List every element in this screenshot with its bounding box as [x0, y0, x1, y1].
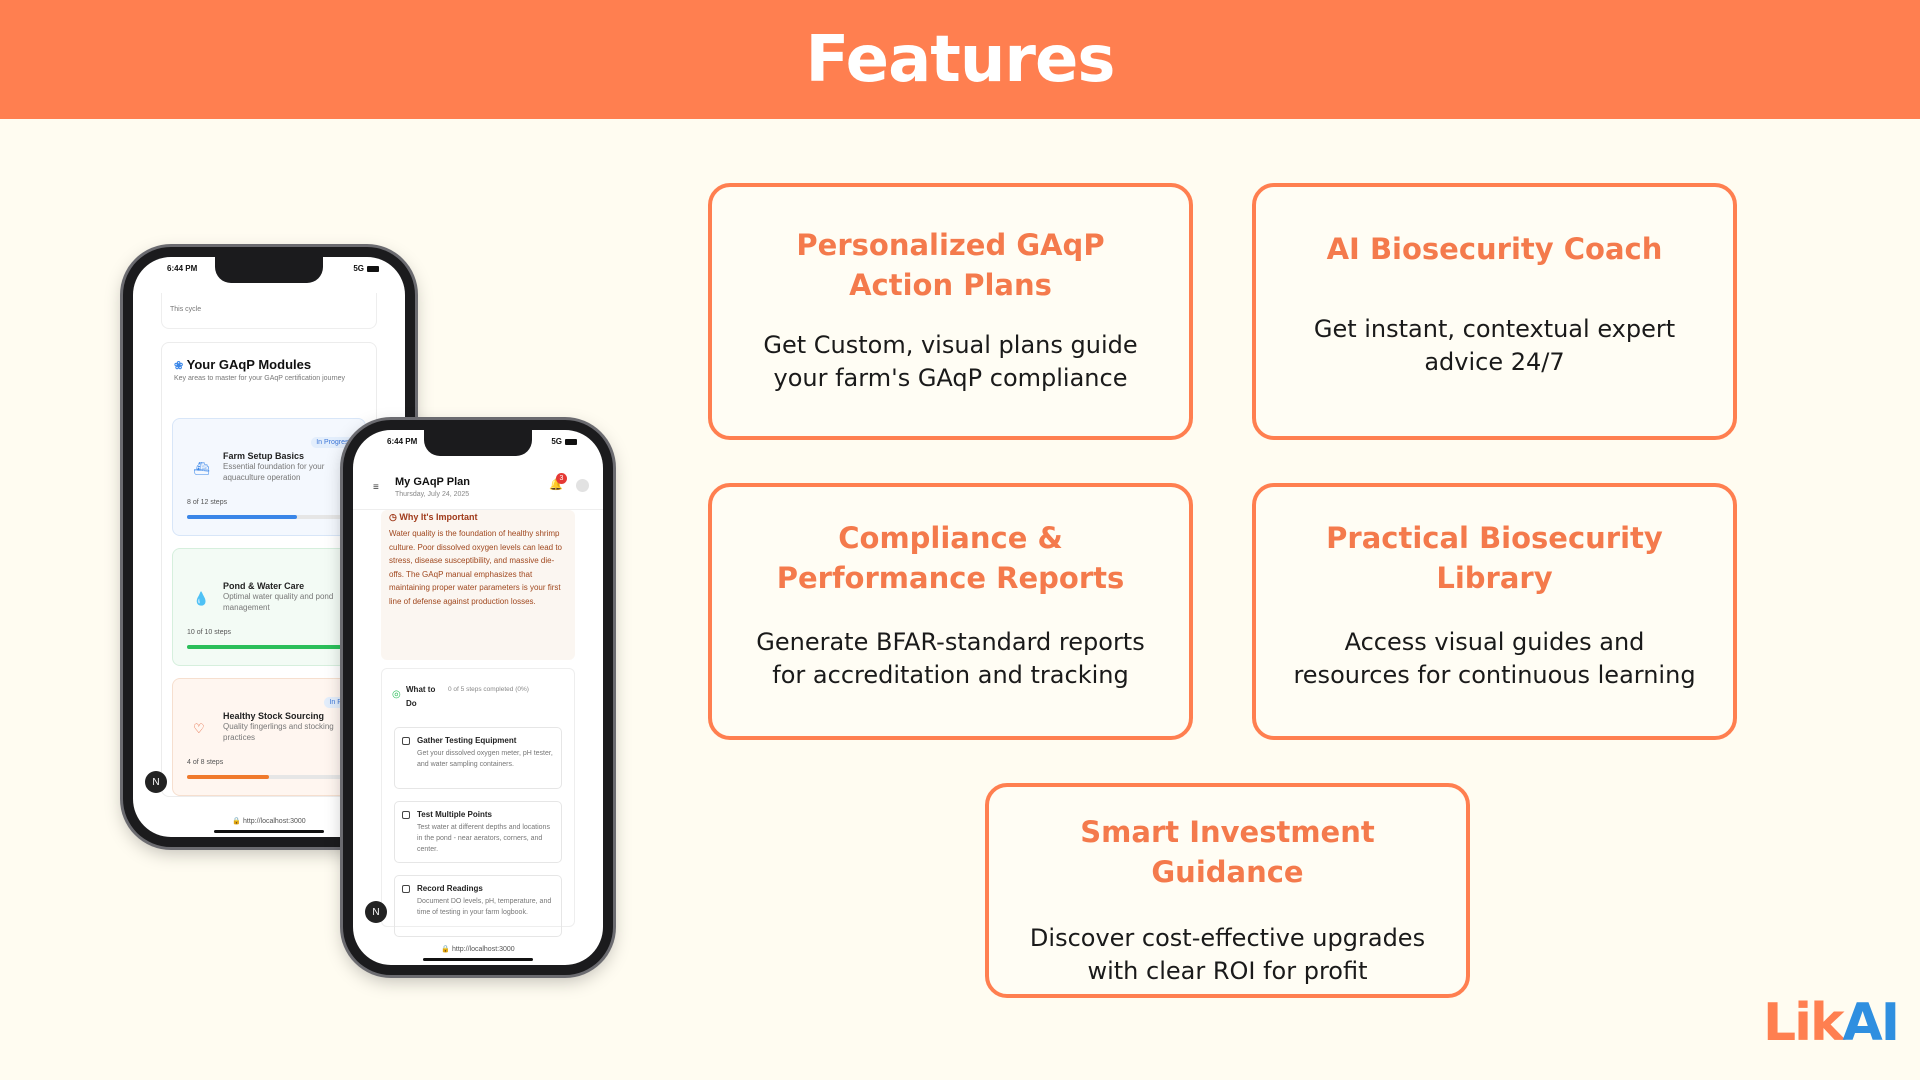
- phone-notch: [215, 257, 323, 283]
- feature-card-investment: Smart Investment Guidance Discover cost-…: [985, 783, 1470, 998]
- module-card-pond-water[interactable]: 💧 Pond & Water Care Optimal water qualit…: [172, 548, 366, 666]
- why-important-card: ◷ Why It's Important Water quality is th…: [381, 510, 575, 660]
- battery-icon: [367, 265, 379, 272]
- module-title: Healthy Stock Sourcing: [223, 711, 325, 721]
- progress-fill: [187, 645, 351, 649]
- home-indicator[interactable]: [423, 958, 533, 961]
- notification-badge: 3: [556, 473, 567, 484]
- feature-card-action-plans: Personalized GAqP Action Plans Get Custo…: [708, 183, 1193, 440]
- url-text: http://localhost:3000: [243, 818, 306, 825]
- network-label: 5G: [353, 264, 364, 273]
- module-card-farm-setup[interactable]: In Progress ⛴ Farm Setup Basics Essentia…: [172, 418, 366, 536]
- tractor-icon: ⛴: [193, 461, 210, 476]
- step-title: Record Readings: [417, 884, 483, 893]
- module-desc: Quality fingerlings and stocking practic…: [223, 722, 334, 742]
- feature-desc: Discover cost-effective upgrades with cl…: [1029, 924, 1426, 985]
- cycle-label: This cycle: [170, 306, 202, 313]
- step-item[interactable]: Test Multiple Points Test water at diffe…: [394, 801, 562, 863]
- menu-icon[interactable]: ≡: [373, 482, 379, 493]
- step-checkbox[interactable]: [402, 885, 410, 893]
- module-title: Pond & Water Care: [223, 581, 305, 591]
- todo-title: What to Do: [406, 685, 436, 708]
- step-checkbox[interactable]: [402, 811, 410, 819]
- progress-track: [187, 775, 351, 779]
- step-desc: Get your dissolved oxygen meter, pH test…: [417, 750, 553, 768]
- feature-title: Personalized GAqP Action Plans: [796, 228, 1105, 302]
- battery-icon: [565, 438, 577, 445]
- feature-desc: Access visual guides and resources for c…: [1293, 628, 1696, 689]
- step-item[interactable]: Record Readings Document DO levels, pH, …: [394, 875, 562, 937]
- todo-progress: 0 of 5 steps completed (0%): [448, 686, 529, 693]
- feature-desc: Generate BFAR-standard reports for accre…: [756, 628, 1145, 689]
- progress-track: [187, 515, 351, 519]
- modules-title: Your GAqP Modules: [186, 357, 312, 372]
- feature-title: Practical Biosecurity Library: [1326, 521, 1663, 595]
- heart-icon: ♡: [193, 721, 205, 736]
- award-icon: ❀: [174, 360, 184, 372]
- phone-screen: 6:44 PM 5G ≡ My GAqP Plan Thursday, July…: [353, 430, 603, 965]
- step-checkbox[interactable]: [402, 737, 410, 745]
- droplets-icon: 💧: [193, 591, 210, 606]
- status-time: 6:44 PM: [387, 437, 418, 446]
- step-title: Test Multiple Points: [417, 810, 492, 819]
- feature-desc: Get instant, contextual expert advice 24…: [1313, 315, 1676, 376]
- url-bar[interactable]: 🔒 http://localhost:3000: [353, 945, 603, 953]
- nav-badge[interactable]: N: [365, 901, 387, 923]
- why-title: Why It's Important: [399, 512, 478, 522]
- module-desc: Essential foundation for your aquacultur…: [223, 462, 325, 482]
- module-steps: 10 of 10 steps: [187, 629, 231, 636]
- status-time: 6:44 PM: [167, 264, 198, 273]
- module-steps: 4 of 8 steps: [187, 759, 224, 766]
- feature-title: AI Biosecurity Coach: [1326, 232, 1663, 266]
- phone-notch: [424, 430, 532, 456]
- clock-icon: ◷: [389, 512, 397, 522]
- modules-subtitle: Key areas to master for your GAqP certif…: [174, 375, 346, 382]
- module-steps: 8 of 12 steps: [187, 499, 228, 506]
- plan-header: ≡ My GAqP Plan Thursday, July 24, 2025 🔔…: [353, 470, 603, 510]
- step-item[interactable]: Gather Testing Equipment Get your dissol…: [394, 727, 562, 789]
- feature-desc: Get Custom, visual plans guide your farm…: [763, 331, 1138, 392]
- feature-title: Compliance & Performance Reports: [776, 521, 1125, 595]
- header-banner: Features: [0, 0, 1920, 119]
- plan-title: My GAqP Plan: [395, 476, 470, 488]
- feature-card-library: Practical Biosecurity Library Access vis…: [1252, 483, 1737, 740]
- nav-badge[interactable]: N: [145, 771, 167, 793]
- why-body: Water quality is the foundation of healt…: [389, 529, 562, 606]
- check-circle-icon: ◎: [392, 689, 401, 700]
- network-label: 5G: [551, 437, 562, 446]
- module-title: Farm Setup Basics: [223, 451, 305, 461]
- logo-part-2: AI: [1842, 993, 1901, 1053]
- logo-part-1: Lik: [1763, 993, 1845, 1053]
- home-indicator[interactable]: [214, 830, 324, 833]
- feature-title: Smart Investment Guidance: [1080, 815, 1375, 889]
- url-text: http://localhost:3000: [452, 946, 515, 953]
- page-title: Features: [805, 22, 1116, 97]
- progress-fill: [187, 515, 297, 519]
- cycle-card: This cycle: [161, 293, 377, 329]
- progress-track: [187, 645, 351, 649]
- step-desc: Document DO levels, pH, temperature, and…: [417, 898, 552, 916]
- feature-card-reports: Compliance & Performance Reports Generat…: [708, 483, 1193, 740]
- progress-fill: [187, 775, 269, 779]
- step-title: Gather Testing Equipment: [417, 736, 517, 745]
- module-card-stock-sourcing[interactable]: In Prog ♡ Healthy Stock Sourcing Quality…: [172, 678, 366, 796]
- plan-date: Thursday, July 24, 2025: [395, 491, 470, 498]
- phone-mockup-plan: 6:44 PM 5G ≡ My GAqP Plan Thursday, July…: [343, 420, 613, 975]
- feature-card-biosecurity-coach: AI Biosecurity Coach Get instant, contex…: [1252, 183, 1737, 440]
- avatar[interactable]: [576, 479, 589, 492]
- todo-section: ◎ What to Do 0 of 5 steps completed (0%)…: [381, 668, 575, 937]
- likai-logo: LikAI: [1763, 993, 1901, 1053]
- step-desc: Test water at different depths and locat…: [417, 824, 550, 853]
- module-desc: Optimal water quality and pond managemen…: [223, 592, 334, 612]
